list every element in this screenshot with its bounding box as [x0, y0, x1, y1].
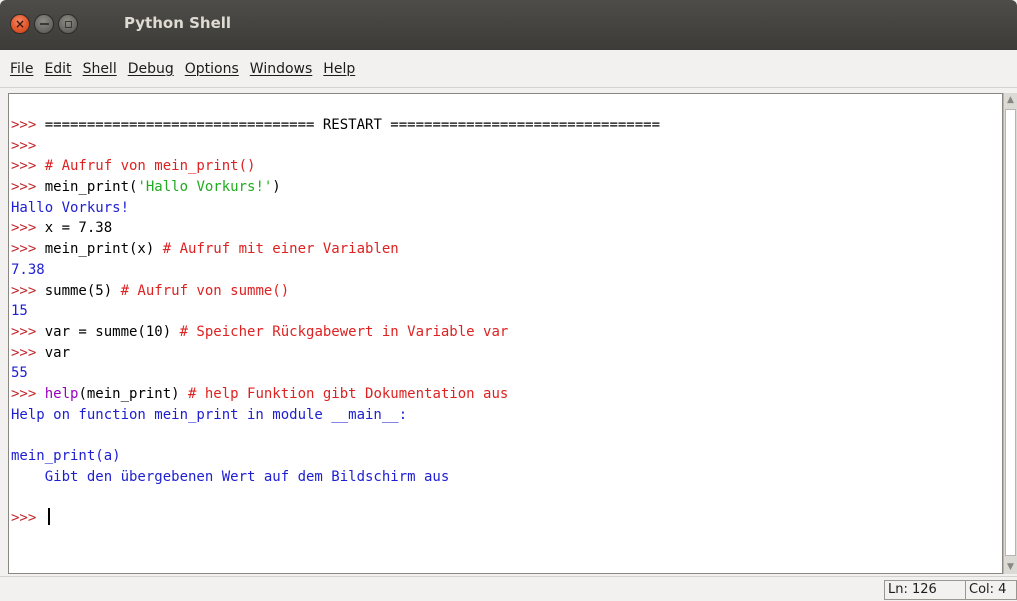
shell-text-area[interactable]: >>> ================================ RES… [8, 93, 1003, 574]
shell-prompt: >>> [11, 510, 45, 527]
shell-text-segment: var [44, 344, 71, 361]
shell-prompt: >>> [11, 117, 45, 133]
menu-options[interactable]: Options [185, 61, 239, 77]
status-column-number: Col: 4 [965, 580, 1017, 600]
shell-line: >>> var [11, 343, 660, 364]
shell-prompt: >>> [11, 344, 45, 361]
shell-prompt: >>> [11, 241, 45, 258]
menu-file[interactable]: File [10, 61, 33, 77]
shell-text-segment: (mein_print) [78, 385, 189, 402]
shell-text-segment: var = summe(10) [44, 323, 180, 340]
shell-line: 55 [11, 363, 660, 384]
shell-text-segment: # Aufruf von summe() [120, 282, 290, 299]
shell-text-segment: summe(5) [44, 282, 121, 299]
shell-text-segment: mein_print( [44, 179, 138, 196]
menu-help[interactable]: Help [323, 61, 355, 77]
maximize-icon [64, 20, 72, 28]
shell-text-segment: # Aufruf mit einer Variablen [162, 241, 399, 258]
vertical-scrollbar[interactable]: ▲ ▼ [1003, 93, 1017, 574]
shell-prompt: >>> [11, 179, 45, 196]
window-title: Python Shell [124, 14, 232, 32]
close-icon: × [14, 17, 26, 31]
shell-line: 15 [11, 301, 660, 322]
shell-prompt: >>> [11, 220, 45, 237]
scroll-thumb[interactable] [1005, 109, 1016, 556]
shell-text-segment: # Speicher Rückgabewert in Variable var [179, 323, 509, 340]
shell-line: >>> help(mein_print) # help Funktion gib… [11, 384, 660, 405]
maximize-button[interactable] [58, 14, 78, 34]
close-button[interactable]: × [10, 14, 30, 34]
shell-text-segment: 15 [11, 303, 28, 320]
shell-text-segment: ) [272, 179, 281, 196]
shell-line: Help on function mein_print in module __… [11, 405, 660, 426]
shell-line: >>> x = 7.38 [11, 218, 660, 239]
scroll-down-icon[interactable]: ▼ [1004, 560, 1017, 574]
shell-output[interactable]: >>> ================================ RES… [11, 115, 660, 529]
shell-line: >>> mein_print(x) # Aufruf mit einer Var… [11, 239, 660, 260]
shell-text-segment: # help Funktion gibt Dokumentation aus [188, 385, 509, 402]
scroll-up-icon[interactable]: ▲ [1004, 93, 1017, 107]
shell-line: >>> summe(5) # Aufruf von summe() [11, 281, 660, 302]
shell-line: >>> [11, 136, 660, 157]
shell-line: mein_print(a) [11, 446, 660, 467]
shell-line: 7.38 [11, 260, 660, 281]
title-bar: × Python Shell [0, 0, 1017, 50]
shell-text-segment: 55 [11, 365, 28, 382]
menu-shell[interactable]: Shell [83, 61, 117, 77]
menu-windows[interactable]: Windows [250, 61, 313, 77]
shell-line: >>> mein_print('Hallo Vorkurs!') [11, 177, 660, 198]
shell-prompt: >>> [11, 158, 45, 175]
shell-prompt: >>> [11, 282, 45, 299]
shell-text-segment: Help on function mein_print in module __… [11, 406, 408, 423]
minimize-button[interactable] [34, 14, 54, 34]
menu-edit[interactable]: Edit [44, 61, 71, 77]
shell-line: Gibt den übergebenen Wert auf dem Bildsc… [11, 467, 660, 488]
shell-text-segment: ================================ RESTART… [44, 117, 661, 133]
shell-text-segment: Gibt den übergebenen Wert auf dem Bildsc… [11, 468, 450, 485]
shell-prompt: >>> [11, 385, 45, 402]
shell-prompt: >>> [11, 137, 45, 154]
minimize-icon [39, 23, 49, 25]
shell-text-segment: x = 7.38 [44, 220, 113, 237]
shell-line: >>> var = summe(10) # Speicher Rückgabew… [11, 322, 660, 343]
shell-text-segment: # Aufruf von mein_print() [44, 158, 256, 175]
text-cursor [47, 508, 50, 526]
shell-text-segment: mein_print(a) [11, 448, 121, 464]
shell-line: Hallo Vorkurs! [11, 198, 660, 219]
menu-bar: File Edit Shell Debug Options Windows He… [0, 50, 1017, 88]
shell-line: >>> [11, 508, 660, 529]
shell-prompt: >>> [11, 323, 45, 340]
shell-line: >>> # Aufruf von mein_print() [11, 156, 660, 177]
shell-text-segment: mein_print(x) [44, 241, 163, 258]
shell-text-segment: 'Hallo Vorkurs!' [137, 179, 273, 196]
status-line-number: Ln: 126 [884, 580, 966, 600]
shell-text-segment: Hallo Vorkurs! [11, 199, 130, 216]
shell-text-segment: 7.38 [11, 261, 45, 278]
status-bar: Ln: 126 Col: 4 [0, 576, 1017, 601]
menu-debug[interactable]: Debug [128, 61, 174, 77]
shell-line: >>> ================================ RES… [11, 115, 660, 136]
shell-text-segment: help [44, 385, 79, 402]
